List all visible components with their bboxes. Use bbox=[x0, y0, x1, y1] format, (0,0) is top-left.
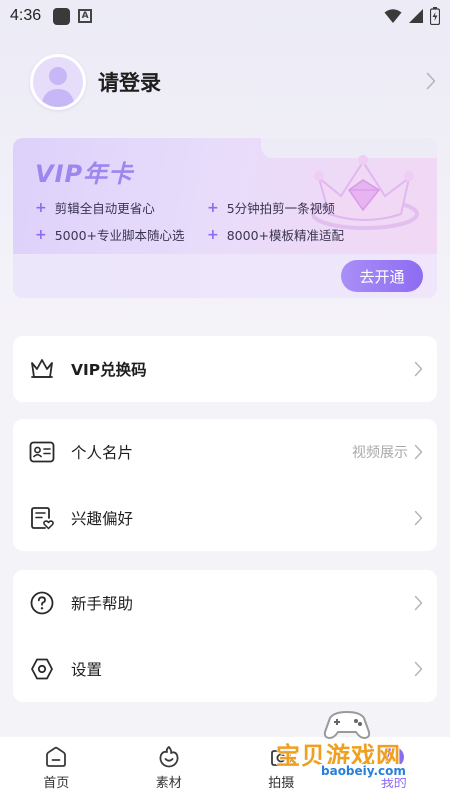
help-settings-card: 新手帮助 设置 bbox=[13, 570, 437, 702]
notification-square-icon bbox=[53, 7, 71, 25]
chevron-right-icon bbox=[414, 361, 423, 377]
chevron-right-icon[interactable] bbox=[426, 72, 436, 90]
menu-item-vip-redeem[interactable]: VIP兑换码 bbox=[13, 336, 437, 402]
avatar[interactable] bbox=[30, 54, 86, 110]
notification-a-icon: A bbox=[78, 9, 93, 23]
id-card-icon bbox=[29, 439, 55, 465]
chevron-right-icon bbox=[414, 661, 423, 677]
plus-sparkle-icon: + bbox=[35, 199, 47, 216]
open-vip-button[interactable]: 去开通 bbox=[341, 260, 423, 292]
nav-item-home[interactable]: 首页 bbox=[0, 737, 113, 800]
menu-label-settings: 设置 bbox=[71, 661, 103, 679]
menu-item-settings[interactable]: 设置 bbox=[13, 636, 437, 702]
vip-perk: + 剪辑全自动更省心 bbox=[35, 199, 155, 217]
status-time: 4:36 bbox=[10, 7, 42, 24]
chevron-right-icon bbox=[414, 510, 423, 526]
question-circle-icon bbox=[29, 590, 55, 616]
vip-perk: + 8000+模板精准适配 bbox=[207, 226, 345, 244]
menu-item-help[interactable]: 新手帮助 bbox=[13, 570, 437, 636]
menu-label-personal-card: 个人名片 bbox=[71, 444, 134, 462]
watermark-url: baobeiy.com bbox=[318, 764, 409, 778]
chevron-right-icon bbox=[414, 444, 423, 460]
signal-icon bbox=[409, 9, 423, 23]
profile-header[interactable]: 请登录 bbox=[30, 54, 440, 110]
profile-settings-card: 个人名片 视频展示 兴趣偏好 bbox=[13, 419, 437, 551]
menu-label-vip-redeem: VIP兑换码 bbox=[71, 361, 147, 379]
vip-title: VIP年卡 bbox=[35, 160, 134, 188]
nav-label-material: 素材 bbox=[155, 776, 182, 791]
battery-icon bbox=[430, 7, 440, 25]
chevron-right-icon bbox=[414, 595, 423, 611]
vip-perk: + 5分钟拍剪一条视频 bbox=[207, 199, 335, 217]
vip-card[interactable]: VIP年卡 + 剪辑全自动更省心 + 5分钟拍剪一条视频 + 5000+专业脚本… bbox=[13, 138, 437, 298]
settings-hexagon-icon bbox=[29, 656, 55, 682]
crown-icon bbox=[29, 356, 55, 382]
login-label[interactable]: 请登录 bbox=[98, 67, 161, 97]
menu-label-interests: 兴趣偏好 bbox=[71, 510, 134, 528]
plus-sparkle-icon: + bbox=[207, 226, 219, 243]
menu-label-help: 新手帮助 bbox=[71, 595, 134, 613]
menu-item-interests[interactable]: 兴趣偏好 bbox=[13, 485, 437, 551]
watermark: 宝贝游戏网 baobeiy.com bbox=[276, 708, 426, 780]
redeem-card: VIP兑换码 bbox=[13, 336, 437, 402]
nav-item-material[interactable]: 素材 bbox=[113, 737, 226, 800]
vip-perk: + 5000+专业脚本随心选 bbox=[35, 226, 185, 244]
plus-sparkle-icon: + bbox=[35, 226, 47, 243]
material-icon bbox=[159, 746, 179, 768]
plus-sparkle-icon: + bbox=[207, 199, 219, 216]
wifi-icon bbox=[384, 9, 402, 23]
home-icon bbox=[46, 746, 67, 767]
heart-document-icon bbox=[29, 505, 55, 531]
user-avatar-icon bbox=[41, 67, 75, 107]
nav-label-home: 首页 bbox=[43, 776, 70, 791]
status-bar: 4:36 A bbox=[0, 0, 450, 32]
personal-card-hint: 视频展示 bbox=[352, 445, 408, 461]
menu-item-personal-card[interactable]: 个人名片 视频展示 bbox=[13, 419, 437, 485]
